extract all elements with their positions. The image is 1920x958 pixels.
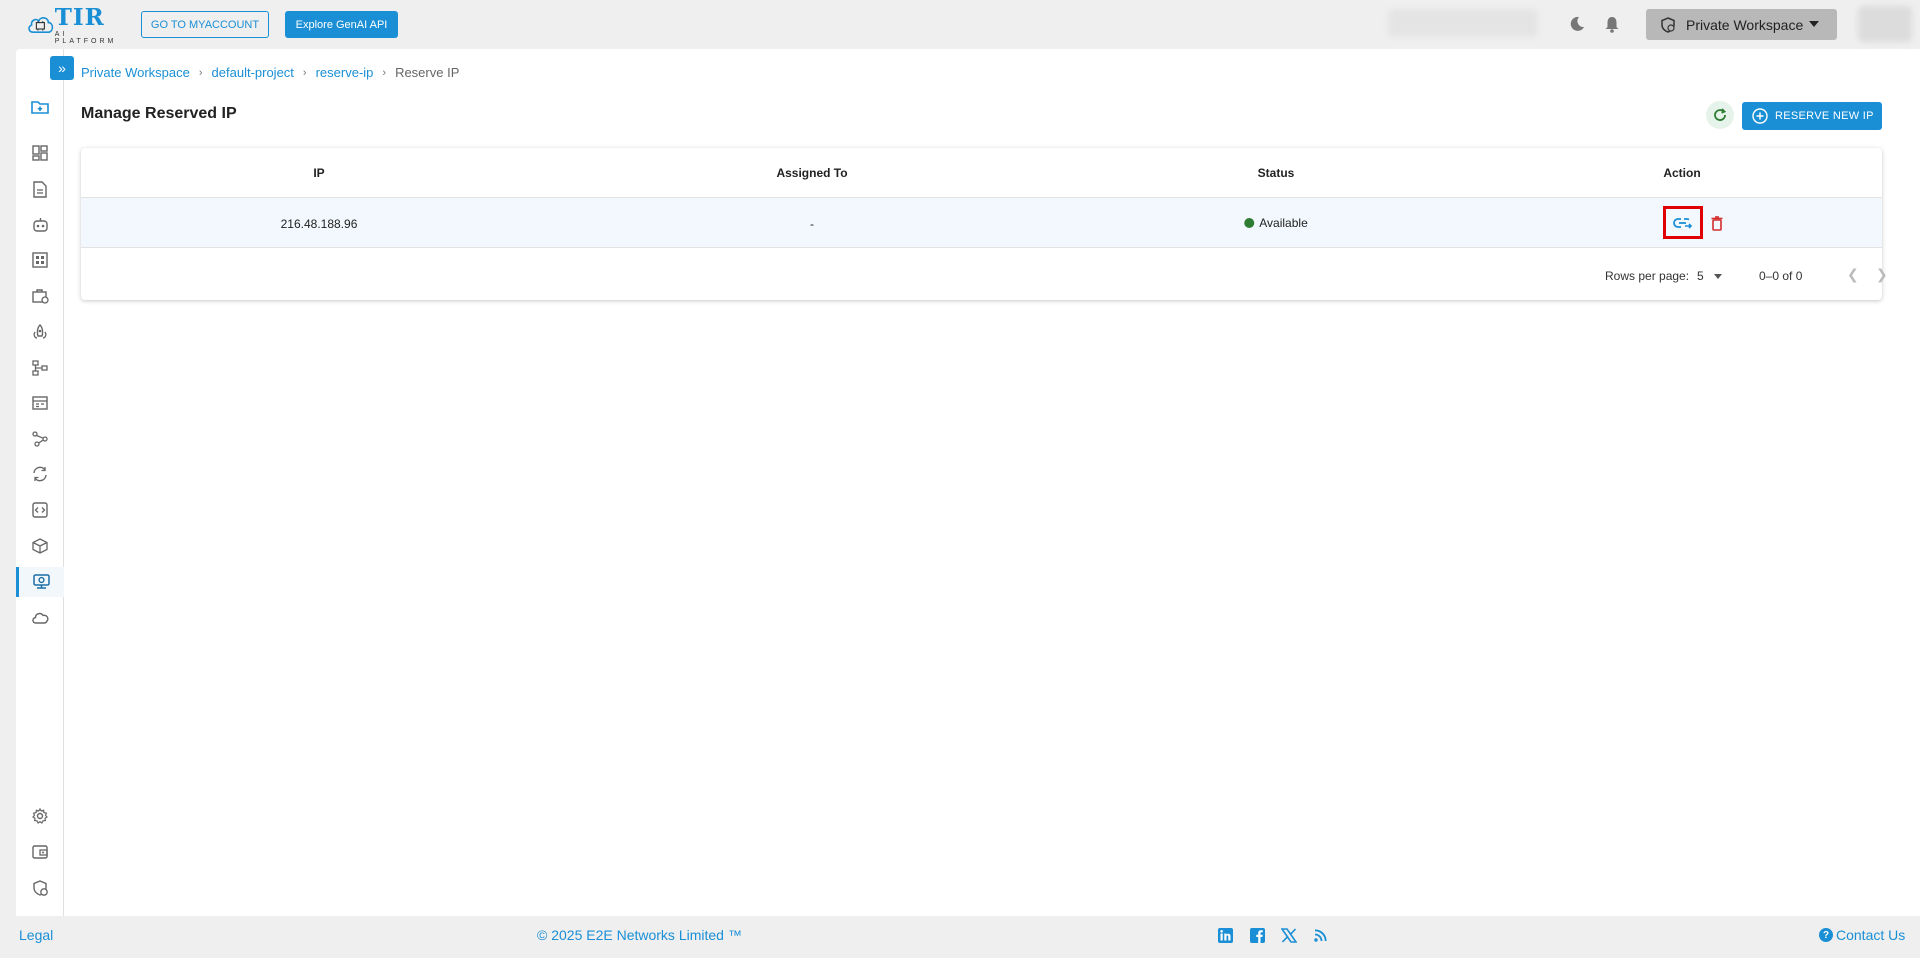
cube-icon[interactable] bbox=[16, 532, 64, 560]
share-icon[interactable] bbox=[16, 425, 64, 453]
rocket-icon[interactable] bbox=[16, 318, 64, 346]
workspace-label: Private Workspace bbox=[1686, 16, 1804, 33]
linkedin-icon[interactable] bbox=[1216, 926, 1234, 944]
column-header-action: Action bbox=[1663, 166, 1701, 180]
dashboard-icon[interactable] bbox=[16, 139, 64, 167]
help-circle-icon: ? bbox=[1819, 928, 1833, 942]
workspace-selector[interactable]: Private Workspace bbox=[1646, 9, 1837, 40]
rows-per-page-select[interactable]: 5 bbox=[1697, 269, 1704, 283]
go-to-myaccount-button[interactable]: GO TO MYACCOUNT bbox=[141, 11, 269, 38]
logo-subtitle: AI PLATFORM bbox=[54, 30, 117, 45]
dark-mode-icon[interactable] bbox=[1567, 14, 1587, 34]
cloud-chip-icon bbox=[28, 17, 54, 33]
blurred-header-info bbox=[1388, 9, 1538, 37]
breadcrumb-current: Reserve IP bbox=[395, 65, 460, 80]
explore-genai-api-button[interactable]: Explore GenAI API bbox=[285, 11, 398, 38]
cloud-icon[interactable] bbox=[16, 604, 64, 632]
pipeline-icon[interactable] bbox=[16, 354, 64, 382]
x-twitter-icon[interactable] bbox=[1280, 926, 1298, 944]
breadcrumb-separator: › bbox=[302, 66, 307, 79]
table-row: 216.48.188.96 - Available bbox=[81, 198, 1882, 248]
reserve-new-ip-label: RESERVE NEW IP bbox=[1775, 110, 1874, 122]
chevron-down-icon bbox=[1809, 21, 1819, 27]
reserved-ip-table: IP Assigned To Status Action 216.48.188.… bbox=[81, 148, 1888, 300]
reserved-ip-icon[interactable] bbox=[16, 567, 64, 597]
reserve-new-ip-button[interactable]: RESERVE NEW IP bbox=[1742, 102, 1882, 130]
logo-title: TIR bbox=[54, 3, 105, 31]
cell-assigned-to: - bbox=[810, 217, 814, 231]
breadcrumb-reserve-ip[interactable]: reserve-ip bbox=[316, 65, 374, 80]
footer: Legal © 2025 E2E Networks Limited ™ ? Co… bbox=[0, 916, 1920, 958]
double-chevron-right-icon: » bbox=[58, 60, 66, 76]
settings-icon[interactable] bbox=[16, 802, 64, 830]
trash-icon bbox=[1711, 215, 1723, 231]
avatar[interactable] bbox=[1858, 6, 1912, 42]
document-icon[interactable] bbox=[16, 175, 64, 203]
contact-us-label: Contact Us bbox=[1836, 927, 1906, 943]
pagination-range: 0–0 of 0 bbox=[1759, 269, 1803, 283]
top-bar: TIR AI PLATFORM GO TO MYACCOUNT Explore … bbox=[0, 0, 1920, 48]
breadcrumb: Private Workspace › default-project › re… bbox=[81, 65, 459, 80]
pagination: Rows per page: 5 0–0 of 0 ❮ ❯ bbox=[81, 248, 1888, 300]
sidebar bbox=[16, 49, 64, 916]
refresh-icon bbox=[1714, 108, 1727, 121]
robot-icon[interactable] bbox=[16, 211, 64, 239]
column-header-status[interactable]: Status bbox=[1258, 166, 1295, 180]
previous-page-icon[interactable]: ❮ bbox=[1847, 266, 1859, 283]
facebook-icon[interactable] bbox=[1248, 926, 1266, 944]
refresh-button[interactable] bbox=[1706, 101, 1734, 129]
folder-add-icon[interactable] bbox=[16, 93, 64, 121]
rss-icon[interactable] bbox=[1311, 926, 1329, 944]
add-circle-icon bbox=[1752, 108, 1768, 124]
status-dot-icon bbox=[1244, 218, 1255, 228]
table-header: IP Assigned To Status Action bbox=[81, 148, 1882, 198]
link-icon bbox=[1673, 217, 1693, 229]
sync-icon[interactable] bbox=[16, 460, 64, 488]
breadcrumb-separator: › bbox=[198, 66, 203, 79]
breadcrumb-private-workspace[interactable]: Private Workspace bbox=[81, 65, 190, 80]
briefcase-icon[interactable] bbox=[16, 282, 64, 310]
legal-link[interactable]: Legal bbox=[19, 927, 53, 943]
page-title: Manage Reserved IP bbox=[81, 105, 237, 122]
shield-settings-icon[interactable] bbox=[16, 874, 64, 902]
column-header-ip[interactable]: IP bbox=[313, 166, 324, 180]
code-icon[interactable] bbox=[16, 496, 64, 524]
status-text: Available bbox=[1259, 216, 1308, 230]
chevron-down-icon[interactable] bbox=[1714, 274, 1722, 279]
breadcrumb-separator: › bbox=[382, 66, 387, 79]
workspace-icon bbox=[1661, 16, 1675, 33]
status-badge: Available bbox=[1244, 216, 1308, 230]
breadcrumb-default-project[interactable]: default-project bbox=[212, 65, 294, 80]
cell-ip: 216.48.188.96 bbox=[280, 217, 358, 231]
grid-icon[interactable] bbox=[16, 246, 64, 274]
main-content: » Private Workspace › default-project › … bbox=[16, 49, 1920, 916]
tir-logo[interactable]: TIR AI PLATFORM bbox=[26, 3, 118, 45]
next-page-icon[interactable]: ❯ bbox=[1876, 266, 1888, 283]
expand-sidebar-button[interactable]: » bbox=[50, 56, 74, 80]
assign-ip-button[interactable] bbox=[1663, 206, 1703, 239]
wallet-icon[interactable] bbox=[16, 838, 64, 866]
notification-bell-icon[interactable] bbox=[1602, 14, 1622, 34]
copyright-text: © 2025 E2E Networks Limited ™ bbox=[537, 927, 742, 943]
column-header-assigned-to[interactable]: Assigned To bbox=[776, 166, 847, 180]
delete-button[interactable] bbox=[1709, 213, 1725, 233]
rows-per-page-label: Rows per page: bbox=[1605, 269, 1690, 283]
table-icon[interactable] bbox=[16, 389, 64, 417]
contact-us-link[interactable]: ? Contact Us bbox=[1819, 927, 1905, 943]
